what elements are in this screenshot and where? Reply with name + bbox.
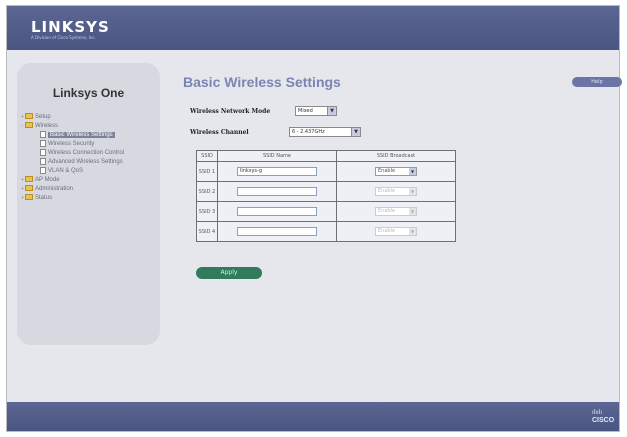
channel-value: 6 - 2.437GHz bbox=[292, 129, 325, 135]
folder-icon bbox=[25, 113, 33, 120]
sidebar-item-wireless[interactable]: - Wireless bbox=[21, 122, 161, 131]
sidebar-item-label: Status bbox=[35, 195, 53, 201]
ssid-broadcast-cell: Enable ▼ bbox=[336, 161, 456, 182]
ssid-name-cell bbox=[217, 201, 337, 222]
page-icon bbox=[40, 149, 46, 156]
ssid-broadcast-cell: Enable ▼ bbox=[336, 201, 456, 222]
ssid-table: SSID SSID Name SSID Broadcast SSID 1 lin… bbox=[196, 150, 456, 242]
sidebar-item-wireless-connection-control[interactable]: Wireless Connection Control bbox=[21, 149, 161, 158]
folder-open-icon bbox=[25, 122, 33, 129]
sidebar-item-label: Wireless Security bbox=[48, 141, 95, 148]
sidebar-item-label: Wireless Connection Control bbox=[48, 150, 125, 157]
ssid-broadcast-select: Enable ▼ bbox=[375, 227, 417, 236]
folder-icon bbox=[25, 176, 33, 183]
page-title: Basic Wireless Settings bbox=[183, 74, 341, 90]
cisco-logo-text: CISCO bbox=[592, 417, 615, 424]
sidebar-item-label: Advanced Wireless Settings bbox=[48, 159, 123, 166]
ssid-name-input[interactable]: linksys-g bbox=[237, 167, 317, 176]
ssid-broadcast-value: Enable bbox=[378, 188, 396, 194]
chevron-down-icon: ▼ bbox=[409, 228, 416, 235]
sidebar-item-administration[interactable]: + Administration bbox=[21, 185, 161, 194]
network-mode-label: Wireless Network Mode bbox=[190, 108, 271, 115]
ssid-id: SSID 2 bbox=[196, 181, 218, 202]
sidebar-item-label: VLAN & QoS bbox=[48, 168, 84, 175]
ssid-name-cell bbox=[217, 221, 337, 242]
ssid-broadcast-select: Enable ▼ bbox=[375, 207, 417, 216]
table-row: SSID 2 Enable ▼ bbox=[196, 181, 456, 202]
table-row: SSID 1 linksys-g Enable ▼ bbox=[196, 161, 456, 182]
chevron-down-icon: ▼ bbox=[351, 128, 360, 136]
sidebar-item-basic-wireless-settings[interactable]: Basic Wireless Settings bbox=[21, 131, 161, 140]
network-mode-select[interactable]: Mixed ▼ bbox=[295, 106, 337, 116]
folder-icon bbox=[25, 194, 33, 201]
header-bar: LINKSYS A Division of Cisco Systems, Inc… bbox=[7, 6, 619, 50]
chevron-down-icon: ▼ bbox=[327, 107, 336, 115]
table-header-row: SSID SSID Name SSID Broadcast bbox=[196, 150, 456, 162]
logo-tagline: A Division of Cisco Systems, Inc. bbox=[31, 35, 96, 40]
table-row: SSID 4 Enable ▼ bbox=[196, 221, 456, 242]
ssid-broadcast-select: Enable ▼ bbox=[375, 187, 417, 196]
column-header: SSID Name bbox=[217, 150, 337, 162]
footer-bar: ılıılı CISCO bbox=[7, 402, 619, 431]
channel-label: Wireless Channel bbox=[190, 129, 249, 136]
column-header: SSID Broadcast bbox=[336, 150, 456, 162]
ssid-broadcast-value: Enable bbox=[378, 168, 396, 174]
cisco-logo-icon: ılıılı bbox=[592, 409, 603, 416]
chevron-down-icon: ▼ bbox=[409, 208, 416, 215]
ssid-broadcast-cell: Enable ▼ bbox=[336, 181, 456, 202]
table-row: SSID 3 Enable ▼ bbox=[196, 201, 456, 222]
page-icon bbox=[40, 140, 46, 147]
ssid-broadcast-value: Enable bbox=[378, 208, 396, 214]
ssid-name-cell: linksys-g bbox=[217, 161, 337, 182]
ssid-broadcast-value: Enable bbox=[378, 228, 396, 234]
sidebar-title: Linksys One bbox=[52, 86, 125, 100]
ssid-name-cell bbox=[217, 181, 337, 202]
sidebar-item-label: Administration bbox=[35, 186, 74, 192]
sidebar-item-advanced-wireless-settings[interactable]: Advanced Wireless Settings bbox=[21, 158, 161, 167]
sidebar-item-wireless-security[interactable]: Wireless Security bbox=[21, 140, 161, 149]
page-icon bbox=[40, 158, 46, 165]
chevron-down-icon: ▼ bbox=[409, 188, 416, 195]
ssid-id: SSID 3 bbox=[196, 201, 218, 222]
channel-select[interactable]: 6 - 2.437GHz ▼ bbox=[289, 127, 361, 137]
sidebar-item-label: Basic Wireless Settings bbox=[48, 132, 115, 139]
ssid-broadcast-cell: Enable ▼ bbox=[336, 221, 456, 242]
ssid-name-input[interactable] bbox=[237, 227, 317, 236]
apply-button[interactable]: Apply bbox=[196, 267, 262, 279]
ssid-name-input[interactable] bbox=[237, 187, 317, 196]
network-mode-value: Mixed bbox=[298, 108, 313, 114]
sidebar-item-label: Setup bbox=[35, 114, 51, 120]
page-icon bbox=[40, 131, 46, 138]
ssid-name-input[interactable] bbox=[237, 207, 317, 216]
sidebar-item-vlan-qos[interactable]: VLAN & QoS bbox=[21, 167, 161, 176]
sidebar-item-status[interactable]: + Status bbox=[21, 194, 161, 203]
sidebar-item-setup[interactable]: + Setup bbox=[21, 113, 161, 122]
folder-icon bbox=[25, 185, 33, 192]
ssid-id: SSID 4 bbox=[196, 221, 218, 242]
sidebar-item-label: Wireless bbox=[35, 123, 59, 129]
sidebar: Linksys One + Setup - Wireless Basic Wirel… bbox=[17, 63, 160, 345]
chevron-down-icon: ▼ bbox=[409, 168, 416, 175]
linksys-logo: LINKSYS bbox=[31, 18, 110, 36]
column-header: SSID bbox=[196, 150, 218, 162]
ssid-id: SSID 1 bbox=[196, 161, 218, 182]
sidebar-item-label: AP Mode bbox=[35, 177, 60, 183]
ssid-broadcast-select[interactable]: Enable ▼ bbox=[375, 167, 417, 176]
page-icon bbox=[40, 167, 46, 174]
sidebar-item-ap-mode[interactable]: + AP Mode bbox=[21, 176, 161, 185]
app-frame: LINKSYS A Division of Cisco Systems, Inc… bbox=[6, 5, 622, 432]
help-button[interactable]: Help bbox=[572, 77, 622, 87]
nav-tree: + Setup - Wireless Basic Wireless Settings… bbox=[21, 113, 161, 203]
